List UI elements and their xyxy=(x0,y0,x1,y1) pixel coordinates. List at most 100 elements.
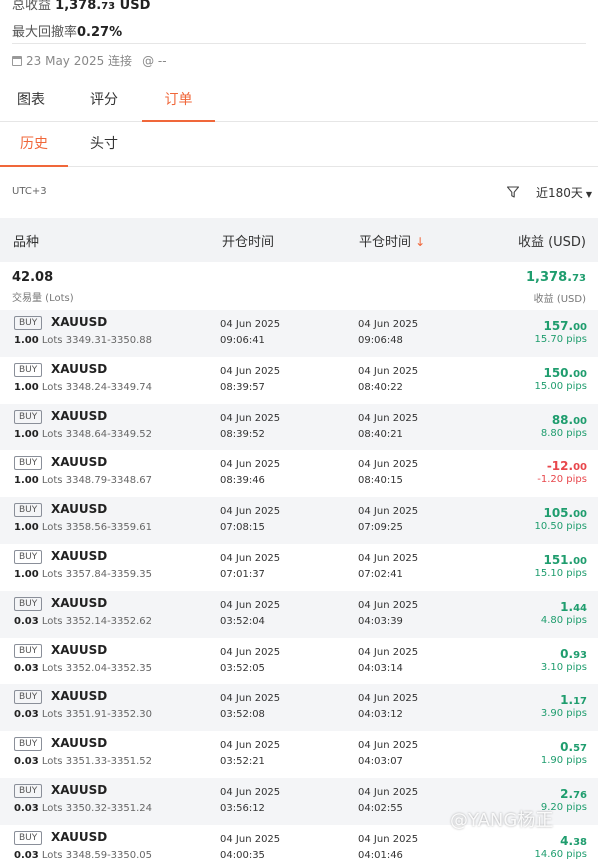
profit-value: 157.00 xyxy=(543,319,587,333)
profit-value: 151.00 xyxy=(543,552,587,567)
lots-info: 0.03 Lots 3351.33-3351.52 xyxy=(14,756,153,768)
lots-info: 0.03 Lots 3351.91-3352.30 xyxy=(14,709,153,721)
period-select[interactable]: 近180天 ▼ xyxy=(536,184,592,201)
max-drawdown-value: 0.27% xyxy=(77,25,123,40)
timezone-label: UTC+3 xyxy=(12,186,47,197)
table-row[interactable]: BUY XAUUSD 0.03 Lots 3351.33-3351.52 04 Jun… xyxy=(0,731,598,778)
open-time: 04 Jun 2025 03:52:05 xyxy=(220,646,281,674)
side-badge: BUY xyxy=(14,690,43,705)
close-time: 04 Jun 2025 08:40:15 xyxy=(358,459,419,487)
tab-chart[interactable]: 图表 xyxy=(0,80,62,122)
side-badge: BUY xyxy=(14,316,43,330)
open-time: 04 Jun 2025 09:06:41 xyxy=(220,319,281,346)
main-tabs: 图表 评分 订单 xyxy=(0,80,598,122)
at-text: @ -- xyxy=(142,53,167,68)
symbol: XAUUSD xyxy=(51,642,108,657)
side-badge: BUY xyxy=(14,737,43,752)
table-row[interactable]: BUY XAUUSD 1.00 Lots 3358.56-3359.61 04 Jun… xyxy=(0,497,598,544)
caret-down-icon: ▼ xyxy=(585,190,593,199)
table-row[interactable]: BUY XAUUSD 0.03 Lots 3352.04-3352.35 04 Jun… xyxy=(0,638,598,685)
side-badge: BUY xyxy=(14,456,43,471)
lots-info: 0.03 Lots 3352.04-3352.35 xyxy=(14,662,153,674)
account-summary: 总收益 1,378.73 USD 最大回撤率0.27% 23 May 2025 … xyxy=(0,0,598,80)
open-time: 04 Jun 2025 03:52:08 xyxy=(220,693,281,721)
tab-orders[interactable]: 订单 xyxy=(142,80,215,122)
table-row[interactable]: BUY XAUUSD 1.00 Lots 3348.79-3348.67 04 Jun… xyxy=(0,450,598,497)
symbol: XAUUSD xyxy=(51,455,108,470)
symbol: XAUUSD xyxy=(51,595,108,610)
open-time: 04 Jun 2025 04:00:35 xyxy=(220,833,281,859)
pips-value: -1.20 pips xyxy=(537,474,587,486)
lots-info: 0.03 Lots 3350.32-3351.24 xyxy=(14,802,153,814)
table-row[interactable]: BUY XAUUSD 1.00 Lots 3357.84-3359.35 04 Jun… xyxy=(0,544,598,591)
table-row[interactable]: BUY XAUUSD 1.00 Lots 3348.24-3349.74 04 Jun… xyxy=(0,357,598,404)
header-symbol: 品种 xyxy=(13,235,40,250)
sort-arrow-down-icon: ↓ xyxy=(415,235,426,249)
tab-rating[interactable]: 评分 xyxy=(72,80,136,122)
profit-value: 4.38 xyxy=(560,833,587,848)
table-row[interactable]: BUY XAUUSD 1.00 Lots 3348.64-3349.52 04 Jun… xyxy=(0,403,598,451)
lots-info: 1.00 Lots 3348.24-3349.74 xyxy=(14,381,153,393)
lots-info: 0.03 Lots 3348.59-3350.05 xyxy=(14,849,153,859)
total-profit-value: 1,378.73 USD xyxy=(55,0,151,13)
pips-value: 8.80 pips xyxy=(540,427,587,439)
table-row[interactable]: BUY XAUUSD 0.03 Lots 3352.14-3352.62 04 Jun… xyxy=(0,590,598,638)
lots-info: 1.00 Lots 3358.56-3359.61 xyxy=(14,522,153,534)
open-time: 04 Jun 2025 03:52:04 xyxy=(220,599,281,627)
open-time: 04 Jun 2025 03:52:21 xyxy=(220,740,281,768)
open-time: 04 Jun 2025 03:56:12 xyxy=(220,786,281,814)
close-time: 04 Jun 2025 04:02:55 xyxy=(358,786,419,814)
watermark: @YANG杨正 xyxy=(450,810,554,831)
order-subtabs: 历史 头寸 xyxy=(0,123,598,167)
pips-value: 1.90 pips xyxy=(540,755,587,767)
symbol: XAUUSD xyxy=(51,736,108,751)
tab-positions[interactable]: 头寸 xyxy=(72,123,136,167)
close-time: 04 Jun 2025 04:03:12 xyxy=(358,693,419,721)
period-value: 近180天 xyxy=(536,186,583,200)
pips-value: 15.10 pips xyxy=(534,567,588,579)
total-volume: 42.08 xyxy=(12,270,54,285)
max-drawdown: 最大回撤率0.27% xyxy=(12,21,122,40)
table-header: 品种 开仓时间 平仓时间 ↓ 收益 (USD) xyxy=(0,218,598,262)
order-list: BUY XAUUSD 1.00 Lots 3349.31-3350.88 04 Jun… xyxy=(0,310,598,859)
open-time: 04 Jun 2025 07:01:37 xyxy=(220,552,281,580)
open-time: 04 Jun 2025 08:39:52 xyxy=(220,412,281,440)
profit-value: 1.44 xyxy=(560,599,587,614)
symbol: XAUUSD xyxy=(51,548,108,563)
close-time: 04 Jun 2025 07:02:41 xyxy=(358,552,419,580)
symbol: XAUUSD xyxy=(51,408,108,423)
connected-date: 23 May 2025 连接 xyxy=(26,54,133,68)
lots-info: 1.00 Lots 3357.84-3359.35 xyxy=(14,568,153,580)
filter-funnel-icon[interactable] xyxy=(506,185,520,199)
profit-value: 2.76 xyxy=(560,786,587,801)
symbol: XAUUSD xyxy=(51,315,108,329)
symbol: XAUUSD xyxy=(51,689,108,704)
header-profit[interactable]: 收益 (USD) xyxy=(518,231,586,250)
close-time: 04 Jun 2025 08:40:22 xyxy=(358,365,419,393)
lots-info: 1.00 Lots 3349.31-3350.88 xyxy=(14,335,153,346)
total-profit-unit: 收益 (USD) xyxy=(533,294,586,305)
total-profit-label: 总收益 xyxy=(12,0,52,13)
header-open-time[interactable]: 开仓时间 xyxy=(222,231,274,250)
profit-value: 150.00 xyxy=(543,365,587,380)
symbol: XAUUSD xyxy=(51,782,108,797)
close-time: 04 Jun 2025 04:03:07 xyxy=(358,740,419,768)
pips-value: 15.00 pips xyxy=(534,380,588,392)
side-badge: BUY xyxy=(14,503,43,518)
header-close-time[interactable]: 平仓时间 ↓ xyxy=(359,231,425,250)
filter-bar: UTC+3 近180天 ▼ xyxy=(0,168,598,216)
summary-row: 42.08 交易量 (Lots) 1,378.73 收益 (USD) xyxy=(0,262,598,310)
profit-value: 1.17 xyxy=(560,693,587,708)
table-row[interactable]: BUY XAUUSD 0.03 Lots 3351.91-3352.30 04 Jun… xyxy=(0,684,598,732)
divider xyxy=(12,43,586,44)
lots-info: 1.00 Lots 3348.64-3349.52 xyxy=(14,428,153,440)
table-row[interactable]: BUY XAUUSD 1.00 Lots 3349.31-3350.88 04 Jun… xyxy=(0,310,598,357)
symbol: XAUUSD xyxy=(51,502,108,517)
pips-value: 10.50 pips xyxy=(534,521,588,533)
pips-value: 3.90 pips xyxy=(540,708,587,720)
tab-history[interactable]: 历史 xyxy=(0,123,68,167)
side-badge: BUY xyxy=(14,830,43,845)
open-time: 04 Jun 2025 08:39:57 xyxy=(220,365,281,393)
profit-value: -12.00 xyxy=(546,459,587,474)
profit-value: 0.57 xyxy=(560,740,587,755)
